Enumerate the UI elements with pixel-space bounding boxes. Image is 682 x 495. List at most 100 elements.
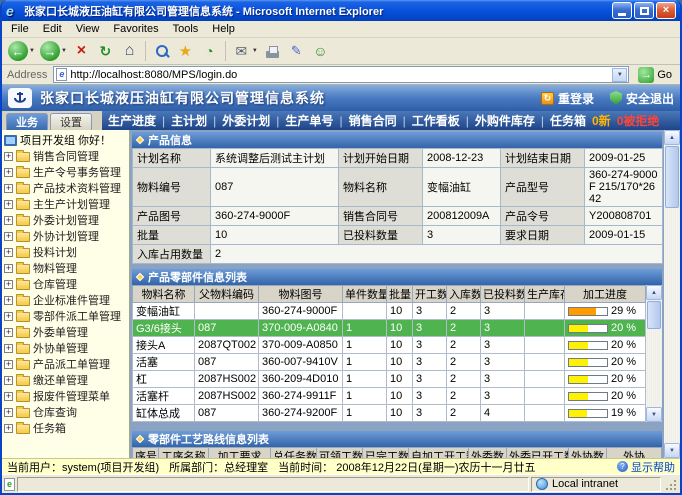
sidebar-item-17[interactable]: +任务箱 xyxy=(4,420,129,436)
expand-plus-icon[interactable]: + xyxy=(4,152,13,161)
expand-plus-icon[interactable]: + xyxy=(4,232,13,241)
menu-item-favorites[interactable]: Favorites xyxy=(106,22,165,36)
scroll-down-icon[interactable]: ▼ xyxy=(646,407,662,422)
maximize-button[interactable] xyxy=(634,2,654,19)
sidebar-item-7[interactable]: +物料管理 xyxy=(4,260,129,276)
minimize-button[interactable] xyxy=(612,2,632,19)
mail-button[interactable]: ✉▼ xyxy=(230,39,260,63)
sidebar-item-6[interactable]: +投料计划 xyxy=(4,244,129,260)
nav-item-6[interactable]: 外购件库存 xyxy=(475,112,535,129)
nav-item-3[interactable]: 生产单号 xyxy=(285,112,333,129)
sidebar-item-4[interactable]: +外委计划管理 xyxy=(4,212,129,228)
parts-row-5[interactable]: 活塞杆2087HS002360-274-9911F11032320 % xyxy=(133,388,646,405)
search-button[interactable] xyxy=(150,39,173,63)
close-button[interactable]: × xyxy=(656,2,676,19)
stop-button[interactable]: × xyxy=(70,39,93,63)
progress-fill xyxy=(569,393,588,400)
scroll-up-icon[interactable]: ▲ xyxy=(664,130,680,145)
logout-button[interactable]: 安全退出 xyxy=(610,90,674,107)
cell: 10 xyxy=(387,388,413,405)
menu-item-help[interactable]: Help xyxy=(205,22,242,36)
parts-row-3[interactable]: 活塞087360-007-9410V11032320 % xyxy=(133,354,646,371)
expand-plus-icon[interactable]: + xyxy=(4,360,13,369)
sidebar-item-13[interactable]: +产品派工单管理 xyxy=(4,356,129,372)
back-icon: ← xyxy=(8,41,28,61)
sidebar-item-0[interactable]: +销售合同管理 xyxy=(4,148,129,164)
cell xyxy=(525,320,565,337)
nav-item-1[interactable]: 主计划 xyxy=(171,112,207,129)
sidebar-item-15[interactable]: +报废件管理菜单 xyxy=(4,388,129,404)
expand-plus-icon[interactable]: + xyxy=(4,376,13,385)
nav-item-5[interactable]: 工作看板 xyxy=(412,112,460,129)
product-info-row: 产品图号360-274-9000F销售合同号200812009A产品令号Y200… xyxy=(133,207,663,226)
expand-plus-icon[interactable]: + xyxy=(4,328,13,337)
edit-button[interactable]: ✎ xyxy=(285,39,308,63)
sidebar-item-14[interactable]: +缴还单管理 xyxy=(4,372,129,388)
folder-icon xyxy=(16,280,30,290)
sidebar-item-5[interactable]: +外协计划管理 xyxy=(4,228,129,244)
expand-plus-icon[interactable]: + xyxy=(4,312,13,321)
sidebar-item-16[interactable]: +仓库查询 xyxy=(4,404,129,420)
sidebar-item-11[interactable]: +外委单管理 xyxy=(4,324,129,340)
expand-plus-icon[interactable]: + xyxy=(4,344,13,353)
expand-plus-icon[interactable]: + xyxy=(4,280,13,289)
home-button[interactable]: ⌂ xyxy=(118,39,141,63)
tab-1[interactable]: 设置 xyxy=(50,113,92,130)
back-button[interactable]: ←▼ xyxy=(6,39,37,63)
favorites-button[interactable]: ★ xyxy=(174,39,197,63)
expand-plus-icon[interactable]: + xyxy=(4,248,13,257)
show-help-link[interactable]: ? 显示帮助 xyxy=(617,459,675,475)
expand-plus-icon[interactable]: + xyxy=(4,216,13,225)
scroll-down-icon[interactable]: ▼ xyxy=(664,443,680,458)
sidebar-item-3[interactable]: +主生产计划管理 xyxy=(4,196,129,212)
sidebar-item-8[interactable]: +仓库管理 xyxy=(4,276,129,292)
expand-plus-icon[interactable]: + xyxy=(4,184,13,193)
scroll-up-icon[interactable]: ▲ xyxy=(646,285,662,300)
nav-item-2[interactable]: 外委计划 xyxy=(222,112,270,129)
resize-grip[interactable] xyxy=(663,477,678,492)
menu-item-file[interactable]: File xyxy=(4,22,36,36)
print-button[interactable] xyxy=(261,39,284,63)
expand-plus-icon[interactable]: + xyxy=(4,200,13,209)
scrollbar-thumb[interactable] xyxy=(647,301,661,329)
menu-item-edit[interactable]: Edit xyxy=(36,22,69,36)
menu-item-view[interactable]: View xyxy=(69,22,107,36)
cell: 10 xyxy=(387,303,413,320)
parts-table-scrollbar[interactable]: ▲ ▼ xyxy=(646,285,662,422)
nav-item-7[interactable]: 任务箱 xyxy=(550,112,586,129)
sidebar-item-12[interactable]: +外协单管理 xyxy=(4,340,129,356)
field-value: 360-274-9000F xyxy=(211,207,339,226)
page-scrollbar[interactable]: ▲ ▼ xyxy=(664,130,680,458)
expand-plus-icon[interactable]: + xyxy=(4,296,13,305)
parts-row-6[interactable]: 缸体总成087360-274-9200F11032419 % xyxy=(133,405,646,422)
parts-row-4[interactable]: 杠2087HS002360-209-4D01011032320 % xyxy=(133,371,646,388)
expand-plus-icon[interactable]: + xyxy=(4,168,13,177)
title-bar[interactable]: e 张家口长城液压油缸有限公司管理信息系统 - Microsoft Intern… xyxy=(2,0,680,21)
parts-row-0[interactable]: 变幅油缸360-274-9000F1032329 % xyxy=(133,303,646,320)
sidebar-item-2[interactable]: +产品技术资料管理 xyxy=(4,180,129,196)
expand-plus-icon[interactable]: + xyxy=(4,408,13,417)
tab-0[interactable]: 业务 xyxy=(6,113,48,130)
expand-plus-icon[interactable]: + xyxy=(4,264,13,273)
sidebar-item-1[interactable]: +生产令号事务管理 xyxy=(4,164,129,180)
parts-row-1[interactable]: G3/6接头087370-009-A084011032320 % xyxy=(133,320,646,337)
scrollbar-thumb[interactable] xyxy=(665,146,679,208)
forward-button[interactable]: →▼ xyxy=(38,39,69,63)
messenger-button[interactable]: ☺ xyxy=(309,39,332,63)
expand-plus-icon[interactable]: + xyxy=(4,392,13,401)
address-dropdown-button[interactable]: ▼ xyxy=(612,68,627,82)
sidebar-item-9[interactable]: +企业标准件管理 xyxy=(4,292,129,308)
menu-item-tools[interactable]: Tools xyxy=(166,22,206,36)
relogin-button[interactable]: ↻ 重登录 xyxy=(541,90,594,107)
address-input[interactable]: e http://localhost:8080/MPS/login.do ▼ xyxy=(53,66,629,83)
history-button[interactable]: ◔ xyxy=(198,39,221,63)
refresh-button[interactable]: ↻ xyxy=(94,39,117,63)
nav-item-0[interactable]: 生产进度 xyxy=(108,112,156,129)
expand-plus-icon[interactable]: + xyxy=(4,424,13,433)
folder-icon xyxy=(16,200,30,210)
sidebar-item-10[interactable]: +零部件派工单管理 xyxy=(4,308,129,324)
go-button[interactable]: → Go xyxy=(633,67,677,83)
product-info-row: 入库占用数量2 xyxy=(133,245,663,264)
parts-row-2[interactable]: 接头A2087QT002370-009-A085011032320 % xyxy=(133,337,646,354)
nav-item-4[interactable]: 销售合同 xyxy=(349,112,397,129)
